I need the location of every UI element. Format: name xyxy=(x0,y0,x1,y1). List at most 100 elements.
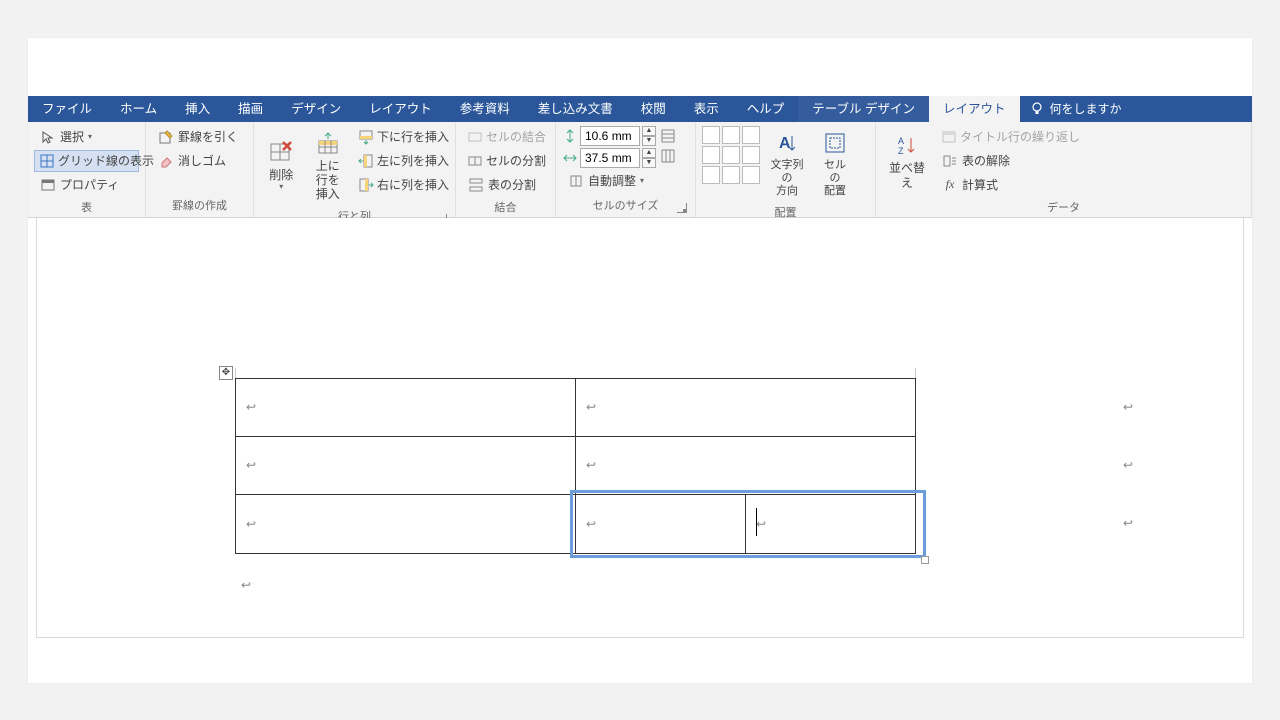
chevron-down-icon: ▾ xyxy=(279,182,283,192)
split-table-icon xyxy=(468,177,484,193)
group-label-merge: 結合 xyxy=(462,196,549,219)
table-row[interactable]: ↩ ↩ xyxy=(236,436,916,494)
sort-button[interactable]: AZ 並べ替え xyxy=(882,126,932,196)
autofit-button[interactable]: 自動調整 ▾ xyxy=(562,170,656,192)
alignment-grid[interactable] xyxy=(702,126,760,202)
delete-button[interactable]: 削除 ▾ xyxy=(260,126,303,205)
row-end-mark: ↩ xyxy=(1123,400,1133,414)
align-mc-icon[interactable] xyxy=(722,146,740,164)
split-cells-icon xyxy=(468,153,482,169)
cursor-icon xyxy=(40,129,56,145)
align-tl-icon[interactable] xyxy=(702,126,720,144)
align-bl-icon[interactable] xyxy=(702,166,720,184)
distribute-rows-icon[interactable] xyxy=(660,128,676,144)
table-row[interactable]: ↩ ↩ xyxy=(236,378,916,436)
tab-review[interactable]: 校閲 xyxy=(627,96,680,122)
cell-margins-button[interactable]: セルの 配置 xyxy=(814,126,856,202)
formula-icon: fx xyxy=(942,177,958,193)
tab-references[interactable]: 参考資料 xyxy=(446,96,524,122)
move-icon: ✥ xyxy=(222,367,230,378)
table-cell[interactable]: ↩ xyxy=(746,495,916,553)
repeat-header-button: タイトル行の繰り返し xyxy=(936,126,1056,148)
lightbulb-icon xyxy=(1030,102,1044,116)
tab-home[interactable]: ホーム xyxy=(106,96,171,122)
properties-button[interactable]: プロパティ xyxy=(34,174,139,196)
insert-col-left-icon xyxy=(359,153,373,169)
align-bc-icon[interactable] xyxy=(722,166,740,184)
tab-file[interactable]: ファイル xyxy=(28,96,106,122)
group-label-draw: 罫線の作成 xyxy=(152,194,247,217)
formula-button[interactable]: fx 計算式 xyxy=(936,174,1056,196)
tab-mailings[interactable]: 差し込み文書 xyxy=(524,96,627,122)
convert-table-icon xyxy=(942,153,958,169)
tab-layout[interactable]: レイアウト xyxy=(355,96,446,122)
insert-above-button[interactable]: 上に行を 挿入 xyxy=(307,126,350,205)
table-cell[interactable]: ↩ xyxy=(576,436,916,494)
document-area[interactable]: ✥ ↩ ↩ ↩ ↩ ↩ ↩ xyxy=(36,218,1244,638)
pencil-grid-icon xyxy=(158,129,174,145)
spin-up-icon[interactable]: ▲ xyxy=(642,148,656,158)
insert-left-button[interactable]: 左に列を挿入 xyxy=(353,150,449,172)
row-height-input[interactable]: ▲▼ xyxy=(562,126,656,146)
split-cells-button[interactable]: セルの分割 xyxy=(462,150,549,172)
document-table[interactable]: ✥ ↩ ↩ ↩ ↩ ↩ ↩ xyxy=(235,378,916,554)
table-resize-handle[interactable] xyxy=(921,556,929,564)
tell-me-label: 何をしますか xyxy=(1050,100,1122,117)
group-label-cell-size: セルのサイズ xyxy=(562,194,689,217)
delete-table-icon xyxy=(269,138,293,166)
table-cell[interactable]: ↩ xyxy=(236,436,576,494)
align-ml-icon[interactable] xyxy=(702,146,720,164)
view-gridlines-button[interactable]: グリッド線の表示 xyxy=(34,150,139,172)
tab-table-layout[interactable]: レイアウト xyxy=(929,96,1020,122)
spin-down-icon[interactable]: ▼ xyxy=(642,136,656,146)
distribute-cols-icon[interactable] xyxy=(660,148,676,164)
tab-help[interactable]: ヘルプ xyxy=(733,96,799,122)
svg-text:A: A xyxy=(779,135,791,152)
eraser-button[interactable]: 消しゴム xyxy=(152,150,247,172)
spin-down-icon[interactable]: ▼ xyxy=(642,158,656,168)
text-direction-button[interactable]: A 文字列の 方向 xyxy=(764,126,810,202)
align-br-icon[interactable] xyxy=(742,166,760,184)
select-button[interactable]: 選択 ▾ xyxy=(34,126,139,148)
split-table-button[interactable]: 表の分割 xyxy=(462,174,549,196)
properties-icon xyxy=(40,177,56,193)
tab-view[interactable]: 表示 xyxy=(680,96,733,122)
svg-text:Z: Z xyxy=(898,146,904,156)
tab-draw[interactable]: 描画 xyxy=(224,96,277,122)
insert-col-right-icon xyxy=(359,177,373,193)
draw-table-button[interactable]: 罫線を引く xyxy=(152,126,247,148)
table-cell[interactable]: ↩ xyxy=(236,494,576,553)
tab-design[interactable]: デザイン xyxy=(277,96,355,122)
table-cell[interactable]: ↩ xyxy=(576,378,916,436)
text-direction-icon: A xyxy=(776,129,798,157)
convert-to-text-button[interactable]: 表の解除 xyxy=(936,150,1056,172)
insert-right-button[interactable]: 右に列を挿入 xyxy=(353,174,449,196)
group-label-data: データ xyxy=(882,196,1245,219)
dialog-launcher-icon[interactable] xyxy=(677,203,687,213)
repeat-header-icon xyxy=(942,129,956,145)
row-end-mark: ↩ xyxy=(1123,458,1133,472)
tab-table-design[interactable]: テーブル デザイン xyxy=(798,96,929,122)
align-tr-icon[interactable] xyxy=(742,126,760,144)
sort-icon: AZ xyxy=(896,131,918,159)
align-tc-icon[interactable] xyxy=(722,126,740,144)
chevron-down-icon: ▾ xyxy=(88,132,92,141)
tell-me-search[interactable]: 何をしますか xyxy=(1020,96,1132,122)
col-width-input[interactable]: ▲▼ xyxy=(562,148,656,168)
ribbon-tabs: ファイル ホーム 挿入 描画 デザイン レイアウト 参考資料 差し込み文書 校閲… xyxy=(28,96,1252,122)
col-width-icon xyxy=(562,150,578,166)
align-mr-icon[interactable] xyxy=(742,146,760,164)
text-cursor xyxy=(756,508,757,536)
table-cell[interactable]: ↩ xyxy=(236,378,576,436)
merge-cells-icon xyxy=(468,129,482,145)
spin-up-icon[interactable]: ▲ xyxy=(642,126,656,136)
chevron-down-icon: ▾ xyxy=(640,176,644,185)
insert-below-button[interactable]: 下に行を挿入 xyxy=(353,126,449,148)
merge-cells-button: セルの結合 xyxy=(462,126,549,148)
table-cell[interactable]: ↩ xyxy=(576,495,746,553)
table-move-handle[interactable]: ✥ xyxy=(219,366,233,380)
table-row[interactable]: ↩ ↩ ↩ xyxy=(236,494,916,553)
tab-insert[interactable]: 挿入 xyxy=(171,96,224,122)
table-cell[interactable]: ↩ ↩ xyxy=(576,494,916,553)
group-label-table: 表 xyxy=(34,196,139,219)
